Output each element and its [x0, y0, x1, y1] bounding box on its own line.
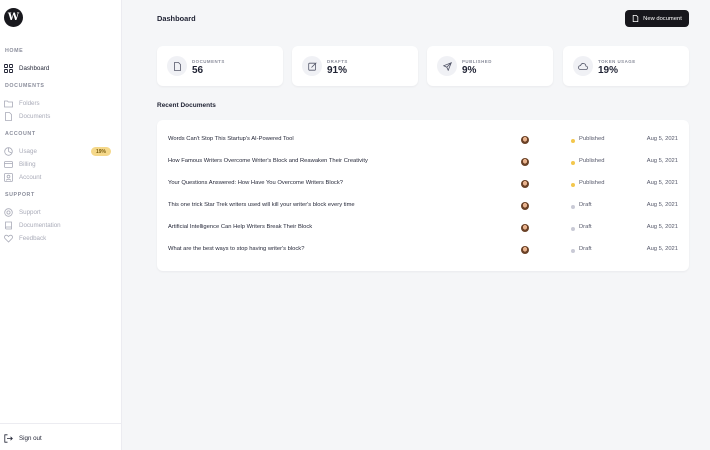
sidebar-item-label: Account [19, 174, 42, 181]
sidebar-item-label: Dashboard [19, 65, 50, 72]
new-document-label: New document [643, 15, 682, 22]
status-dot [571, 226, 575, 231]
avatar [521, 202, 529, 210]
sign-out-button[interactable]: Sign out [4, 433, 114, 444]
status-badge: Published [579, 158, 605, 164]
section-title-account: ACCOUNT [5, 131, 36, 137]
sidebar-item-label: Documents [19, 113, 51, 120]
sidebar-item-usage[interactable]: Usage 19% [4, 146, 114, 157]
grid-icon [4, 64, 13, 73]
sidebar-item-dashboard[interactable]: Dashboard [4, 63, 114, 74]
avatar [521, 180, 529, 188]
sidebar: W HOME Dashboard DOCUMENTS Folders Docum… [0, 0, 122, 450]
sidebar-item-label: Documentation [19, 222, 61, 229]
avatar [521, 136, 529, 144]
table-row[interactable]: This one trick Star Trek writers used wi… [157, 195, 689, 217]
stat-label: DOCUMENTS [192, 59, 225, 64]
status-dot [571, 138, 575, 143]
cloud-icon [573, 56, 593, 76]
sidebar-item-label: Billing [19, 161, 36, 168]
sidebar-item-label: Support [19, 209, 41, 216]
sidebar-item-feedback[interactable]: Feedback [4, 233, 114, 244]
sidebar-item-support[interactable]: Support [4, 207, 114, 218]
stat-value: 9% [462, 65, 477, 76]
recent-documents-title: Recent Documents [157, 102, 216, 109]
document-date: Aug 5, 2021 [646, 136, 678, 142]
main-content: Dashboard New document DOCUMENTS 56 DRAF… [122, 0, 710, 450]
section-title-home: HOME [5, 48, 24, 54]
stat-card-drafts: DRAFTS 91% [292, 46, 418, 86]
stat-value: 91% [327, 65, 348, 76]
sign-out-icon [4, 434, 13, 443]
document-icon [4, 112, 13, 121]
document-date: Aug 5, 2021 [646, 180, 678, 186]
sidebar-item-billing[interactable]: Billing [4, 159, 114, 170]
section-title-documents: DOCUMENTS [5, 83, 45, 89]
table-row[interactable]: Your Questions Answered: How Have You Ov… [157, 173, 689, 195]
edit-icon [302, 56, 322, 76]
stat-label: DRAFTS [327, 59, 348, 64]
stat-label: PUBLISHED [462, 59, 492, 64]
book-icon [4, 221, 13, 230]
table-row[interactable]: Artificial Intelligence Can Help Writers… [157, 217, 689, 239]
avatar [521, 246, 529, 254]
usage-badge: 19% [91, 147, 112, 156]
status-badge: Draft [579, 202, 592, 208]
status-dot [571, 204, 575, 209]
table-row[interactable]: How Famous Writers Overcome Writer's Blo… [157, 151, 689, 173]
document-title[interactable]: How Famous Writers Overcome Writer's Blo… [168, 158, 368, 164]
chart-icon [4, 147, 13, 156]
table-row[interactable]: What are the best ways to stop having wr… [157, 239, 689, 261]
table-row[interactable]: Words Can't Stop This Startup's AI-Power… [157, 129, 689, 151]
page-title: Dashboard [157, 14, 196, 23]
stat-card-published: PUBLISHED 9% [427, 46, 553, 86]
sidebar-item-documentation[interactable]: Documentation [4, 220, 114, 231]
document-title[interactable]: Your Questions Answered: How Have You Ov… [168, 180, 343, 186]
document-title[interactable]: Words Can't Stop This Startup's AI-Power… [168, 136, 294, 142]
sidebar-item-label: Feedback [19, 235, 47, 242]
sign-out-label: Sign out [19, 435, 42, 442]
logo[interactable]: W [4, 8, 23, 27]
status-badge: Published [579, 136, 605, 142]
credit-card-icon [4, 160, 13, 169]
status-badge: Draft [579, 224, 592, 230]
status-dot [571, 182, 575, 187]
new-document-button[interactable]: New document [625, 10, 689, 27]
stat-card-documents: DOCUMENTS 56 [157, 46, 283, 86]
sidebar-item-account[interactable]: Account [4, 172, 114, 183]
document-title[interactable]: What are the best ways to stop having wr… [168, 246, 304, 252]
document-date: Aug 5, 2021 [646, 158, 678, 164]
send-icon [437, 56, 457, 76]
stat-value: 19% [598, 65, 619, 76]
document-date: Aug 5, 2021 [646, 246, 678, 252]
document-date: Aug 5, 2021 [646, 224, 678, 230]
heart-icon [4, 234, 13, 243]
document-date: Aug 5, 2021 [646, 202, 678, 208]
sidebar-item-folders[interactable]: Folders [4, 98, 114, 109]
avatar [521, 224, 529, 232]
sidebar-divider [0, 423, 122, 424]
section-title-support: SUPPORT [5, 192, 35, 198]
status-dot [571, 248, 575, 253]
folder-icon [4, 99, 13, 108]
document-title[interactable]: This one trick Star Trek writers used wi… [168, 202, 355, 208]
status-dot [571, 160, 575, 165]
avatar [521, 158, 529, 166]
status-badge: Draft [579, 246, 592, 252]
stat-value: 56 [192, 65, 204, 76]
status-badge: Published [579, 180, 605, 186]
document-icon [167, 56, 187, 76]
sidebar-item-label: Folders [19, 100, 40, 107]
document-title[interactable]: Artificial Intelligence Can Help Writers… [168, 224, 312, 230]
recent-documents-table: Words Can't Stop This Startup's AI-Power… [157, 120, 689, 271]
document-icon [632, 15, 639, 22]
lifebuoy-icon [4, 208, 13, 217]
user-icon [4, 173, 13, 182]
sidebar-item-label: Usage [19, 148, 37, 155]
stat-label: TOKEN USAGE [598, 59, 636, 64]
stat-card-token-usage: TOKEN USAGE 19% [563, 46, 689, 86]
sidebar-item-documents[interactable]: Documents [4, 111, 114, 122]
